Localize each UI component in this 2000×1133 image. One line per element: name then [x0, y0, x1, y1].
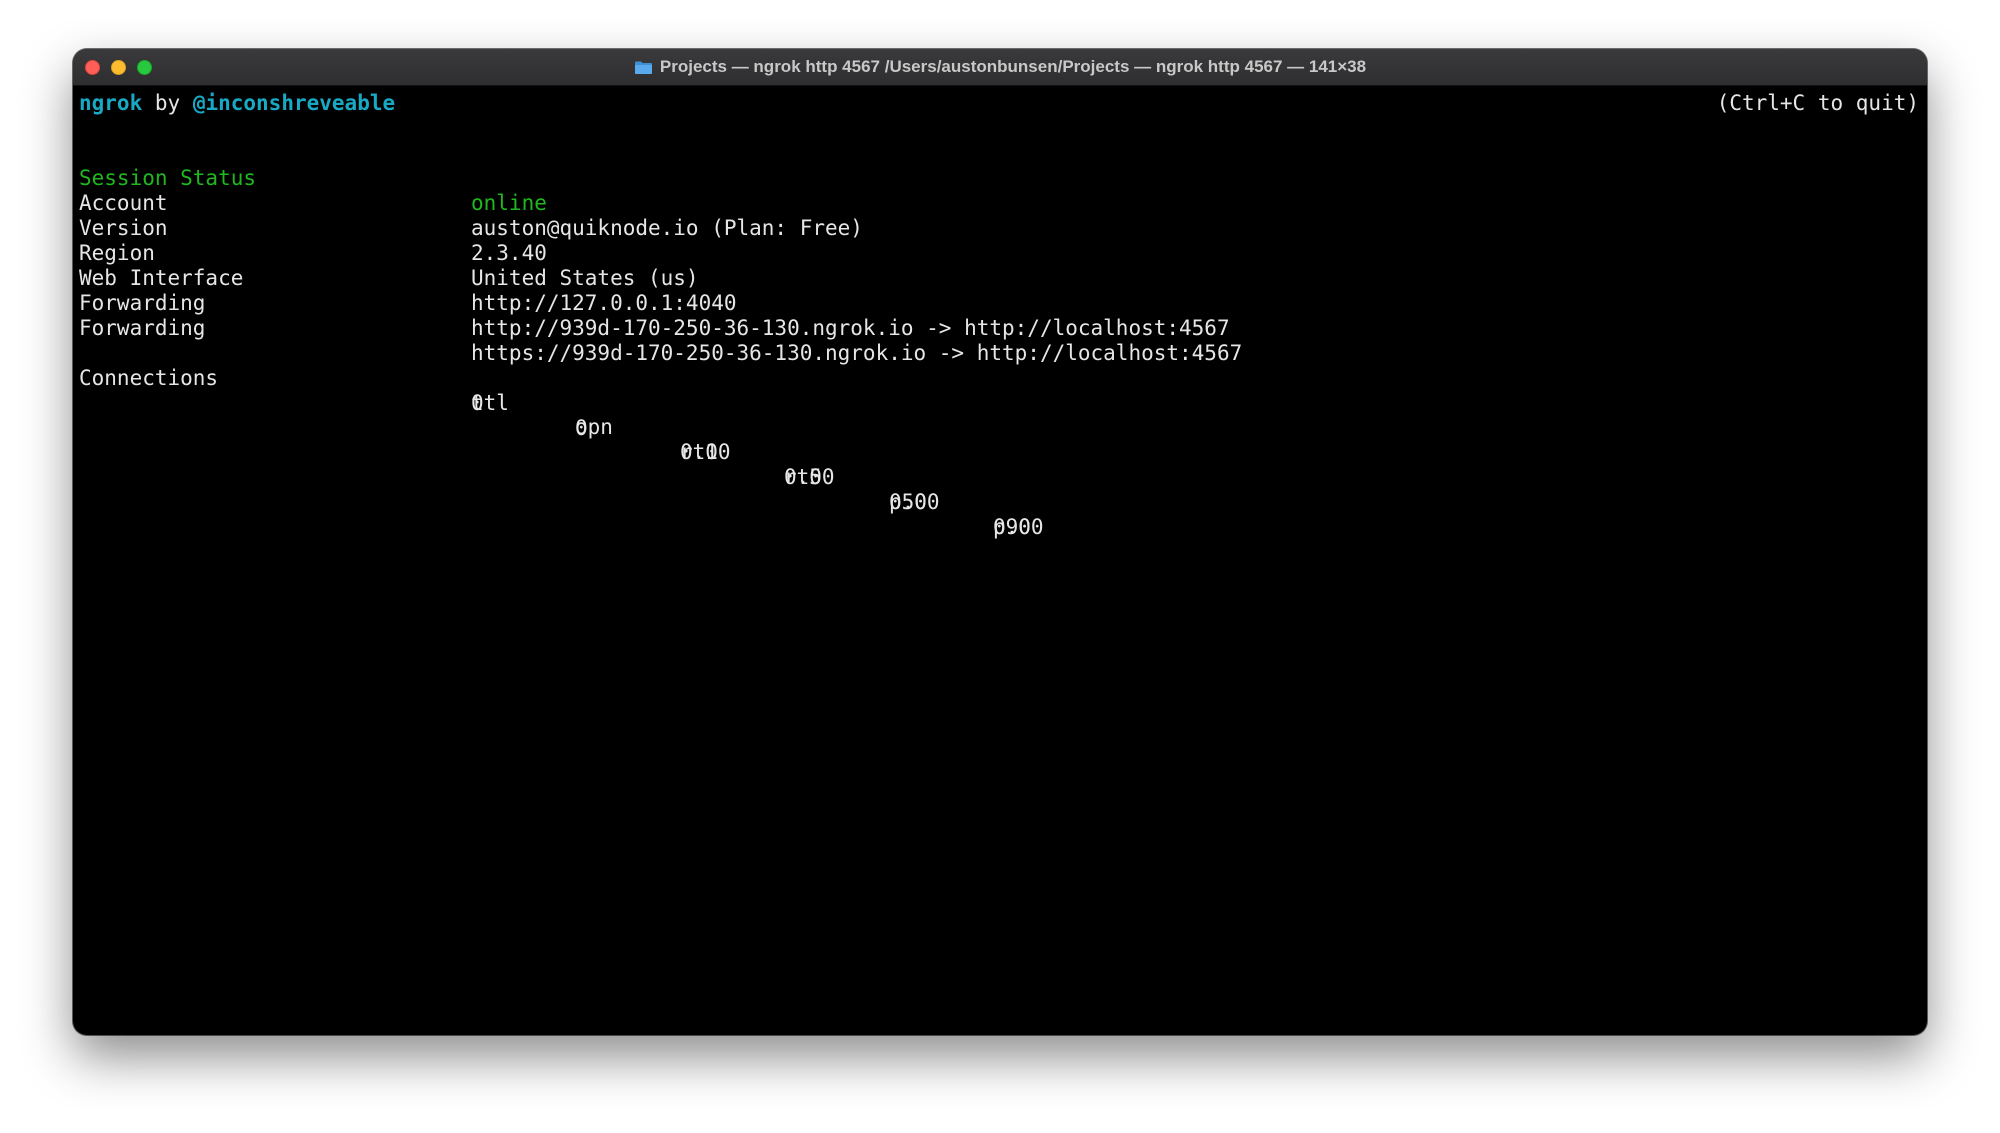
quit-hint: (Ctrl+C to quit)	[1716, 91, 1919, 115]
version-row: Version 2.3.40	[79, 191, 1479, 265]
title-bar[interactable]: Projects — ngrok http 4567 /Users/auston…	[73, 49, 1927, 86]
ngrok-brand: ngrok	[79, 91, 143, 115]
conn-value-p90: 0.00	[993, 514, 1044, 539]
account-row: Account auston@quiknode.io (Plan: Free)	[79, 166, 1479, 240]
folder-icon	[634, 60, 653, 75]
connections-values-row: 0 0 0.00 0.00 0.00 0.00	[79, 366, 1479, 539]
forwarding-http-value[interactable]: http://939d-170-250-36-130.ngrok.io -> h…	[471, 316, 1230, 341]
web-interface-row: Web Interface http://127.0.0.1:4040	[79, 241, 1479, 315]
window-title-text: Projects — ngrok http 4567 /Users/auston…	[659, 57, 1367, 76]
by-text: by	[154, 91, 181, 115]
conn-value-p50: 0.00	[889, 489, 940, 514]
region-row: Region United States (us)	[79, 216, 1479, 290]
connections-header-row: Connections ttl opn rt1 rt5 p50 p90	[79, 341, 1479, 539]
ngrok-header: ngrok by @inconshreveable	[79, 91, 395, 116]
conn-value-opn: 0	[575, 415, 588, 440]
forwarding-label: Forwarding	[79, 315, 206, 340]
conn-value-rt1: 0.00	[680, 440, 731, 465]
window-title: Projects — ngrok http 4567 /Users/auston…	[73, 49, 1927, 85]
terminal-output[interactable]: ngrok by @inconshreveable (Ctrl+C to qui…	[79, 85, 1921, 1035]
terminal-window: Projects — ngrok http 4567 /Users/auston…	[73, 49, 1927, 1035]
session-status-row: Session Status online	[79, 141, 1479, 215]
forwarding-row: Forwarding https://939d-170-250-36-130.n…	[79, 291, 1479, 365]
conn-value-rt5: 0.00	[784, 465, 835, 490]
author-handle: @inconshreveable	[192, 91, 396, 115]
conn-value-ttl: 0	[471, 390, 484, 415]
forwarding-row: Forwarding http://939d-170-250-36-130.ng…	[79, 266, 1479, 340]
